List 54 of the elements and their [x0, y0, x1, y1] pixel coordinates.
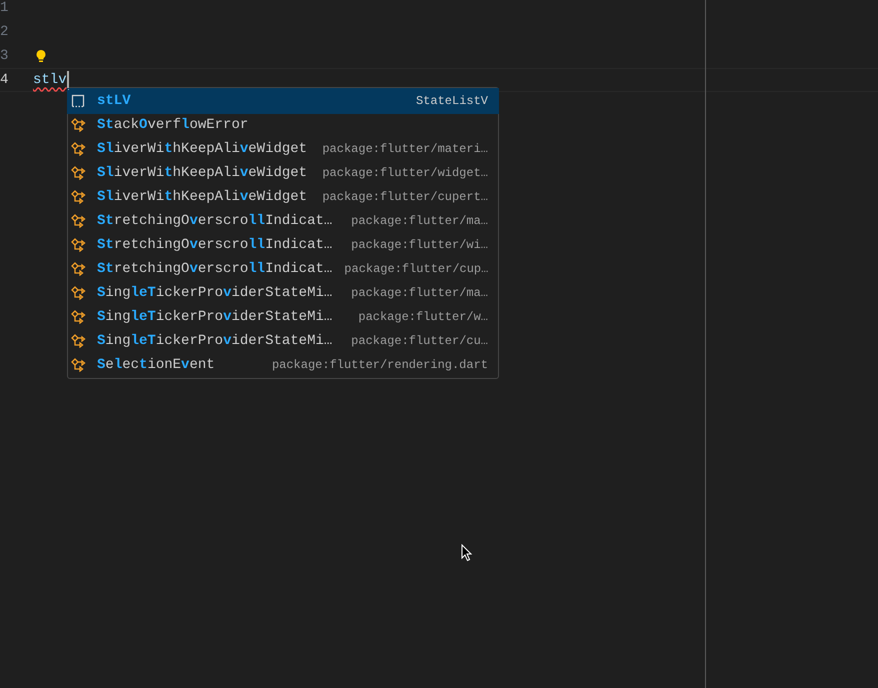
- line-number: 3: [0, 46, 10, 66]
- class-icon: [71, 310, 87, 324]
- suggestion-label: SingleTickerProviderStateMi…: [97, 332, 332, 350]
- code-text: stlv: [33, 70, 67, 90]
- suggestion-label: SingleTickerProviderStateMi…: [97, 308, 332, 326]
- suggestion-label: SliverWithKeepAliveWidget: [97, 164, 308, 182]
- suggestion-detail: package:flutter/materi…: [321, 141, 488, 158]
- suggestion-label: SliverWithKeepAliveWidget: [97, 140, 308, 158]
- mouse-pointer-icon: [461, 544, 473, 562]
- suggestion-detail: package:flutter/cup…: [343, 261, 488, 278]
- suggestion-detail: package:flutter/cu…: [350, 333, 488, 350]
- suggestion-label: StretchingOverscrollIndicat…: [97, 212, 332, 230]
- suggestion-item[interactable]: stLV StateListV: [68, 89, 498, 113]
- suggestion-item[interactable]: SliverWithKeepAliveWidget package:flutter/materi…: [68, 137, 498, 161]
- class-icon: [71, 334, 87, 348]
- suggestion-label: StretchingOverscrollIndicat…: [97, 260, 332, 278]
- line-number: 2: [0, 22, 10, 42]
- class-icon: [71, 214, 87, 228]
- text-cursor: [66, 70, 69, 90]
- suggestion-item[interactable]: StretchingOverscrollIndicat… package:flutter/cup…: [68, 257, 498, 281]
- suggestion-label: SelectionEvent: [97, 356, 215, 374]
- suggestion-detail: package:flutter/ma…: [350, 285, 488, 302]
- suggestion-item[interactable]: StretchingOverscrollIndicat… package:flutter/ma…: [68, 209, 498, 233]
- suggestion-label: SingleTickerProviderStateMi…: [97, 284, 332, 302]
- class-icon: [71, 286, 87, 300]
- class-icon: [71, 118, 87, 132]
- line-number: 4: [0, 70, 10, 90]
- snippet-icon: [71, 94, 85, 108]
- class-icon: [71, 166, 87, 180]
- class-icon: [71, 190, 87, 204]
- suggestion-item[interactable]: SelectionEvent package:flutter/rendering.dart: [68, 353, 498, 377]
- class-icon: [71, 238, 87, 252]
- suggestion-detail: StateListV: [414, 93, 488, 110]
- suggestion-item[interactable]: SingleTickerProviderStateMi… package:flutter/w…: [68, 305, 498, 329]
- suggestion-detail: package:flutter/ma…: [350, 213, 488, 230]
- suggestion-label: SliverWithKeepAliveWidget: [97, 188, 308, 206]
- suggestion-label: stLV: [97, 92, 131, 110]
- line-number: 1: [0, 0, 10, 18]
- suggestion-label: StackOverflowError: [97, 116, 248, 134]
- class-icon: [71, 142, 87, 156]
- class-icon: [71, 358, 87, 372]
- suggestion-detail: package:flutter/rendering.dart: [270, 357, 488, 374]
- suggestion-detail: package:flutter/widget…: [321, 165, 488, 182]
- suggestion-detail: package:flutter/cupert…: [321, 189, 488, 206]
- suggestion-detail: package:flutter/w…: [357, 309, 488, 326]
- suggestion-item[interactable]: SingleTickerProviderStateMi… package:flutter/cu…: [68, 329, 498, 353]
- suggestion-detail: package:flutter/wi…: [350, 237, 488, 254]
- suggestion-item[interactable]: SliverWithKeepAliveWidget package:flutter/cupert…: [68, 185, 498, 209]
- class-icon: [71, 262, 87, 276]
- suggestion-item[interactable]: SingleTickerProviderStateMi… package:flutter/ma…: [68, 281, 498, 305]
- suggestion-item[interactable]: StackOverflowError: [68, 113, 498, 137]
- suggestion-label: StretchingOverscrollIndicat…: [97, 236, 332, 254]
- suggestion-item[interactable]: StretchingOverscrollIndicat… package:flutter/wi…: [68, 233, 498, 257]
- suggestion-item[interactable]: SliverWithKeepAliveWidget package:flutter/widget…: [68, 161, 498, 185]
